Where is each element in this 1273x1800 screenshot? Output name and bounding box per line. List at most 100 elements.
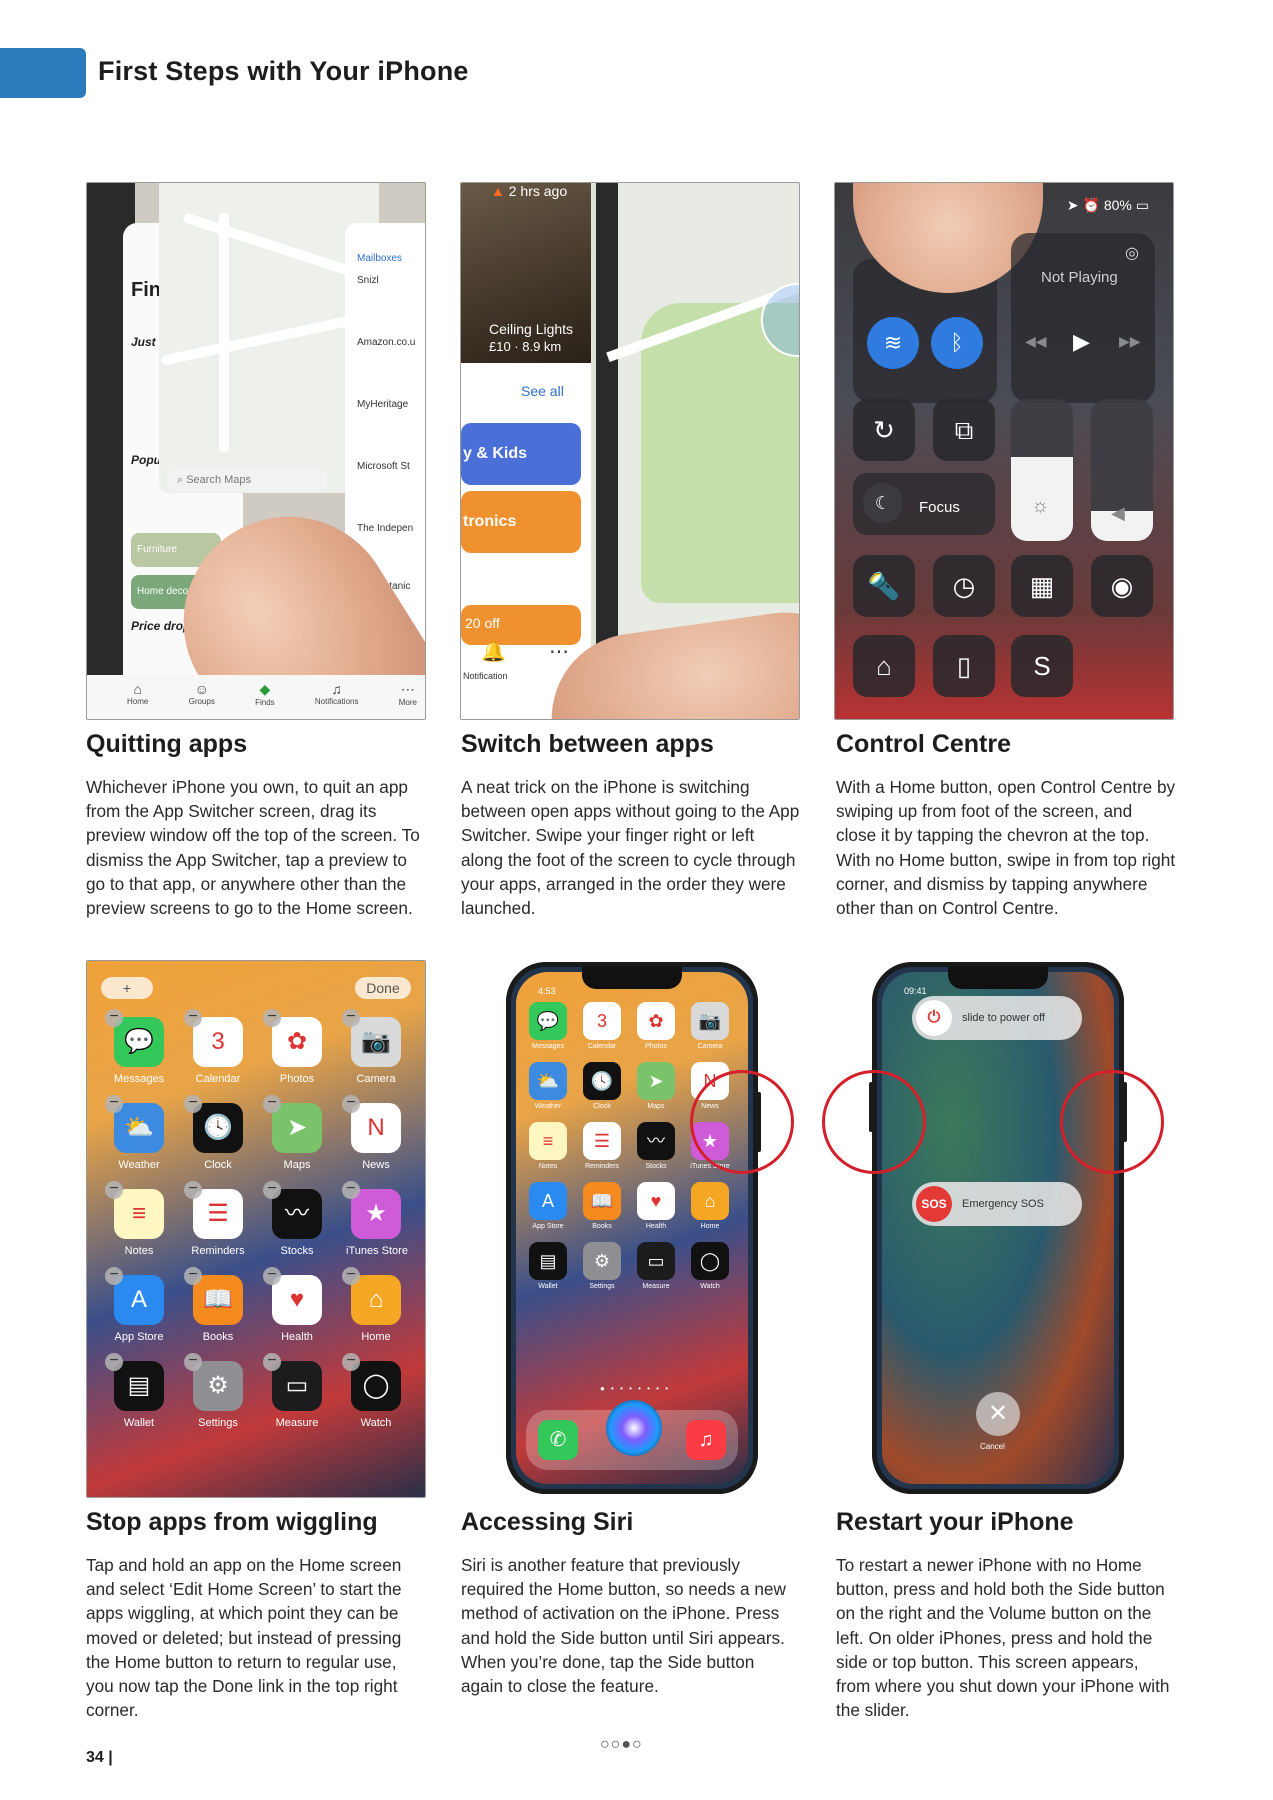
app-icon-reminders[interactable]: ☰ Reminders <box>580 1122 624 1170</box>
app-icon-reminders[interactable]: ☰ Reminders <box>188 1189 248 1257</box>
app-icon-app-store[interactable]: A App Store <box>526 1182 570 1230</box>
search-maps-input[interactable]: ⌕ Search Maps <box>167 469 327 491</box>
app-icon-watch[interactable]: ◯ Watch <box>346 1361 406 1429</box>
delete-app-badge[interactable]: − <box>184 1095 202 1113</box>
delete-app-badge[interactable]: − <box>184 1267 202 1285</box>
app-icon-app-store[interactable]: A App Store <box>109 1275 169 1343</box>
app-icon-weather[interactable]: ⛅ Weather <box>109 1103 169 1171</box>
category-tile[interactable]: tronics <box>461 491 581 553</box>
emergency-sos-slider[interactable]: SOS Emergency SOS <box>912 1182 1082 1226</box>
delete-app-badge[interactable]: − <box>342 1009 360 1027</box>
app-icon-notes[interactable]: ≡ Notes <box>109 1189 169 1257</box>
tab-notifications[interactable]: ♫ Notifications <box>315 681 359 707</box>
add-widget-button[interactable]: + <box>101 977 153 999</box>
app-icon-health[interactable]: ♥ Health <box>634 1182 678 1230</box>
app-icon-maps[interactable]: ➤ Maps <box>267 1103 327 1171</box>
category-tile[interactable]: y & Kids <box>461 423 581 485</box>
app-icon-maps[interactable]: ➤ Maps <box>634 1062 678 1110</box>
app-icon-books[interactable]: 📖 Books <box>580 1182 624 1230</box>
app-icon-wallet[interactable]: ▤ Wallet <box>526 1242 570 1290</box>
forward-icon[interactable]: ▶▶ <box>1119 333 1141 350</box>
delete-app-badge[interactable]: − <box>184 1181 202 1199</box>
app-icon-stocks[interactable]: 〰 Stocks <box>634 1122 678 1170</box>
delete-app-badge[interactable]: − <box>105 1181 123 1199</box>
delete-app-badge[interactable]: − <box>342 1353 360 1371</box>
app-icon-settings[interactable]: ⚙ Settings <box>580 1242 624 1290</box>
app-icon-measure[interactable]: ▭ Measure <box>634 1242 678 1290</box>
cancel-button[interactable]: ✕ <box>976 1392 1020 1436</box>
app-icon-home[interactable]: ⌂ Home <box>688 1182 732 1230</box>
mail-item[interactable]: MyHeritage <box>357 399 425 411</box>
mail-item[interactable]: Amazon.co.u <box>357 337 425 349</box>
brightness-slider[interactable]: ☼ <box>1011 399 1073 541</box>
delete-app-badge[interactable]: − <box>263 1267 281 1285</box>
play-button[interactable]: ▶ <box>1073 329 1090 355</box>
mail-item[interactable]: Snizl <box>357 275 425 287</box>
app-icon-notes[interactable]: ≡ Notes <box>526 1122 570 1170</box>
tab-home[interactable]: ⌂ Home <box>127 681 148 707</box>
app-icon-weather[interactable]: ⛅ Weather <box>526 1062 570 1110</box>
airplay-icon[interactable]: ◎ <box>1125 243 1139 263</box>
app-icon-home[interactable]: ⌂ Home <box>346 1275 406 1343</box>
timer-button[interactable]: ◷ <box>933 555 995 617</box>
shazam-button[interactable]: S <box>1011 635 1073 697</box>
app-icon-camera[interactable]: 📷 Camera <box>688 1002 732 1050</box>
delete-app-badge[interactable]: − <box>342 1095 360 1113</box>
mail-item[interactable]: The Indepen <box>357 523 425 535</box>
tab-groups[interactable]: ☺ Groups <box>189 681 215 707</box>
bluetooth-toggle[interactable]: ᛒ <box>931 317 983 369</box>
phone-app-icon[interactable]: ✆ <box>538 1420 578 1460</box>
app-icon-settings[interactable]: ⚙ Settings <box>188 1361 248 1429</box>
mail-item[interactable]: Microsoft St <box>357 461 425 473</box>
tab-more[interactable]: ⋯ More <box>399 681 417 707</box>
delete-app-badge[interactable]: − <box>263 1181 281 1199</box>
app-icon-calendar[interactable]: 3 Calendar <box>580 1002 624 1050</box>
app-icon-photos[interactable]: ✿ Photos <box>267 1017 327 1085</box>
app-icon-messages[interactable]: 💬 Messages <box>109 1017 169 1085</box>
delete-app-badge[interactable]: − <box>263 1095 281 1113</box>
more-icon[interactable]: ⋯ <box>549 639 569 664</box>
camera-button[interactable]: ◉ <box>1091 555 1153 617</box>
mailboxes-back-link[interactable]: Mailboxes <box>357 253 402 264</box>
app-icon-calendar[interactable]: 3 Calendar <box>188 1017 248 1085</box>
app-icon-health[interactable]: ♥ Health <box>267 1275 327 1343</box>
app-icon-messages[interactable]: 💬 Messages <box>526 1002 570 1050</box>
delete-app-badge[interactable]: − <box>105 1267 123 1285</box>
app-icon-watch[interactable]: ◯ Watch <box>688 1242 732 1290</box>
app-icon-books[interactable]: 📖 Books <box>188 1275 248 1343</box>
torch-button[interactable]: 🔦 <box>853 555 915 617</box>
delete-app-badge[interactable]: − <box>105 1095 123 1113</box>
screen-mirroring-button[interactable]: ⧉ <box>933 399 995 461</box>
delete-app-badge[interactable]: − <box>184 1353 202 1371</box>
rotation-lock-button[interactable]: ↻ <box>853 399 915 461</box>
see-all-link[interactable]: See all <box>521 383 564 399</box>
app-icon-wallet[interactable]: ▤ Wallet <box>109 1361 169 1429</box>
delete-app-badge[interactable]: − <box>263 1009 281 1027</box>
music-app-icon[interactable]: ♫ <box>686 1420 726 1460</box>
remote-button[interactable]: ▯ <box>933 635 995 697</box>
delete-app-badge[interactable]: − <box>105 1009 123 1027</box>
app-icon-measure[interactable]: ▭ Measure <box>267 1361 327 1429</box>
delete-app-badge[interactable]: − <box>342 1267 360 1285</box>
app-icon-news[interactable]: N News <box>346 1103 406 1171</box>
calculator-button[interactable]: ▦ <box>1011 555 1073 617</box>
app-icon-stocks[interactable]: 〰 Stocks <box>267 1189 327 1257</box>
siri-orb[interactable] <box>606 1400 662 1456</box>
wifi-toggle[interactable]: ≋ <box>867 317 919 369</box>
delete-app-badge[interactable]: − <box>342 1181 360 1199</box>
app-icon-itunes-store[interactable]: ★ iTunes Store <box>346 1189 408 1257</box>
volume-slider[interactable]: ◀ <box>1091 399 1153 541</box>
tab-finds[interactable]: ◆ Finds <box>255 681 275 707</box>
delete-app-badge[interactable]: − <box>105 1353 123 1371</box>
done-button[interactable]: Done <box>355 977 411 999</box>
delete-app-badge[interactable]: − <box>184 1009 202 1027</box>
app-icon-clock[interactable]: 🕓 Clock <box>580 1062 624 1110</box>
delete-app-badge[interactable]: − <box>263 1353 281 1371</box>
app-icon-clock[interactable]: 🕓 Clock <box>188 1103 248 1171</box>
rewind-icon[interactable]: ◀◀ <box>1025 333 1047 350</box>
slide-to-power-off-slider[interactable]: ⏻ slide to power off <box>912 996 1082 1040</box>
app-icon-photos[interactable]: ✿ Photos <box>634 1002 678 1050</box>
app-icon-camera[interactable]: 📷 Camera <box>346 1017 406 1085</box>
home-control-button[interactable]: ⌂ <box>853 635 915 697</box>
bell-icon[interactable]: 🔔 <box>481 639 506 664</box>
